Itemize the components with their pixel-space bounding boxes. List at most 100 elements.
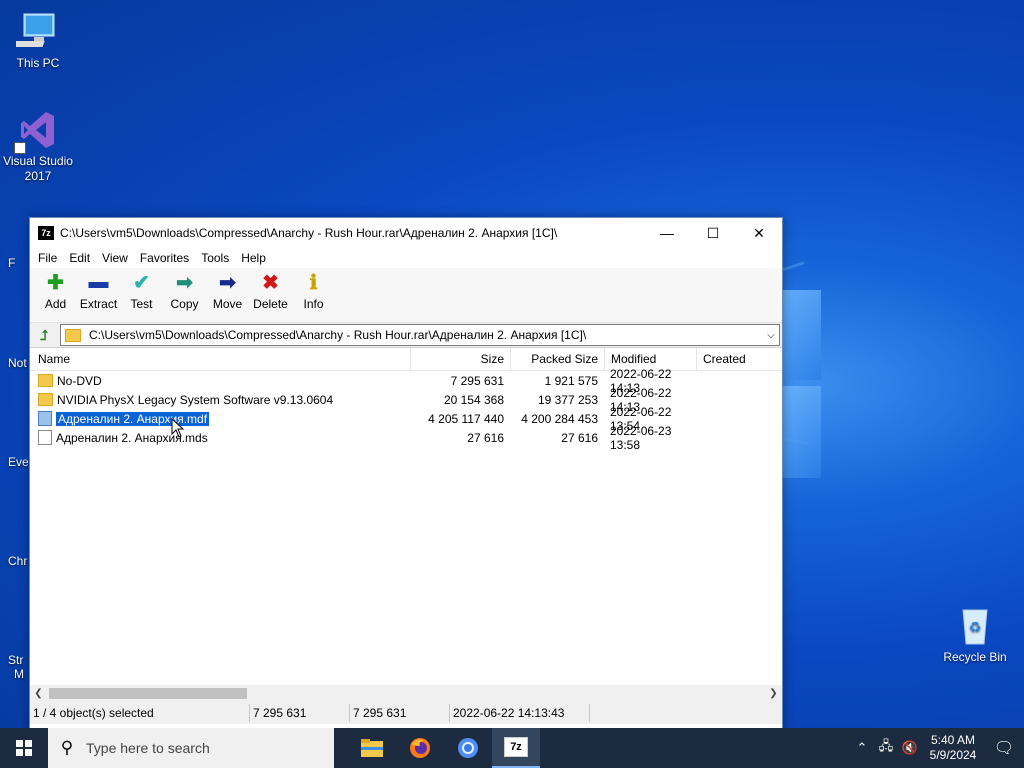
network-icon[interactable]: 🖧	[874, 737, 898, 759]
windows-logo-icon	[16, 740, 32, 756]
start-button[interactable]	[0, 728, 48, 768]
move-icon: ➡	[206, 270, 249, 294]
folder-icon	[38, 374, 53, 387]
mouse-cursor-icon	[171, 418, 185, 438]
wallpaper-logo-pane	[781, 386, 821, 478]
status-selection: 1 / 4 object(s) selected	[30, 704, 250, 722]
file-packed-size: 4 200 284 453	[521, 411, 598, 426]
desktop-icon-this-pc[interactable]: This PC	[0, 10, 76, 71]
copy-button[interactable]: ➡ Copy	[163, 270, 206, 312]
taskbar-chrome[interactable]	[444, 728, 492, 768]
file-packed-size: 1 921 575	[544, 373, 598, 388]
copy-icon: ➡	[163, 270, 206, 294]
status-packed: 7 295 631	[350, 704, 450, 722]
extract-icon: ▬	[77, 270, 120, 294]
tool-glyph: ➡	[219, 271, 236, 294]
file-size: 27 616	[467, 430, 504, 445]
desktop-icon-partial: Chr	[8, 554, 28, 568]
add-icon: ✚	[34, 270, 77, 294]
menu-tools[interactable]: Tools	[195, 251, 235, 265]
tool-glyph: ➡	[176, 271, 193, 294]
column-packed-size[interactable]: Packed Size	[510, 348, 604, 370]
svg-text:♻: ♻	[969, 620, 982, 636]
taskbar-firefox[interactable]	[396, 728, 444, 768]
info-button[interactable]: ℹ Info	[292, 270, 335, 312]
shortcut-arrow-icon	[14, 142, 26, 154]
move-button[interactable]: ➡ Move	[206, 270, 249, 312]
path-text: C:\Users\vm5\Downloads\Compressed\Anarch…	[89, 328, 587, 342]
file-modified: 2022-06-23 13:58	[610, 423, 672, 452]
up-folder-button[interactable]: ⮥	[32, 324, 56, 346]
scroll-thumb[interactable]	[49, 688, 247, 699]
delete-icon: ✖	[249, 270, 292, 294]
file-packed-size: 19 377 253	[537, 392, 598, 407]
chevron-down-icon[interactable]: ⌵	[763, 330, 779, 341]
scroll-right-icon[interactable]: ❯	[765, 688, 782, 699]
desktop-icon-label: Visual Studio 2017	[3, 154, 73, 183]
firefox-icon	[410, 738, 430, 758]
menu-bar: File Edit View Favorites Tools Help	[30, 248, 782, 268]
menu-favorites[interactable]: Favorites	[134, 251, 195, 265]
minimize-button[interactable]: —	[644, 218, 690, 248]
search-placeholder: Type here to search	[86, 740, 210, 756]
folder-icon	[361, 739, 383, 757]
desktop-icon-partial: M	[14, 667, 24, 681]
tool-glyph: ✚	[47, 271, 64, 294]
column-name[interactable]: Name	[30, 348, 410, 370]
maximize-button[interactable]: ☐	[690, 218, 736, 248]
wallpaper-logo-pane	[781, 290, 821, 380]
tool-label: Add	[44, 297, 67, 311]
menu-edit[interactable]: Edit	[63, 251, 96, 265]
system-tray: ⌃ 🖧 🔇 5:40 AM 5/9/2024 🗨	[850, 728, 1024, 768]
chrome-icon	[458, 738, 478, 758]
menu-file[interactable]: File	[32, 251, 63, 265]
address-bar: ⮥ C:\Users\vm5\Downloads\Compressed\Anar…	[30, 323, 782, 348]
file-icon	[38, 430, 52, 445]
desktop-icon-partial: F	[8, 256, 16, 270]
taskbar-file-explorer[interactable]	[348, 728, 396, 768]
tool-label: Copy	[170, 297, 199, 311]
taskbar-search[interactable]: ⚲ Type here to search	[48, 728, 334, 768]
status-size: 7 295 631	[250, 704, 350, 722]
column-created[interactable]: Created	[696, 348, 766, 370]
taskbar: ⚲ Type here to search 7z ⌃ 🖧 🔇 5:40 AM 5…	[0, 728, 1024, 768]
scroll-left-icon[interactable]: ❮	[30, 688, 47, 699]
clock[interactable]: 5:40 AM 5/9/2024	[922, 733, 984, 763]
horizontal-scrollbar[interactable]: ❮ ❯	[30, 685, 782, 702]
tool-label: Info	[303, 297, 324, 311]
chevron-up-icon[interactable]: ⌃	[850, 740, 874, 756]
close-button[interactable]: ✕	[736, 218, 782, 248]
title-bar[interactable]: 7z C:\Users\vm5\Downloads\Compressed\Ana…	[30, 218, 782, 248]
desktop-icon-recycle-bin[interactable]: ♻ Recycle Bin	[937, 604, 1013, 665]
desktop-icon-partial: Eve	[8, 455, 29, 469]
file-name: Адреналин 2. Анархия.mdf	[56, 411, 210, 426]
file-size: 20 154 368	[443, 392, 504, 407]
notification-icon[interactable]: 🗨	[984, 738, 1024, 758]
info-icon: ℹ	[292, 270, 335, 294]
delete-button[interactable]: ✖ Delete	[249, 270, 292, 312]
desktop-icon-label: Recycle Bin	[943, 650, 1007, 664]
visual-studio-icon	[14, 108, 60, 154]
computer-icon	[8, 10, 60, 54]
menu-view[interactable]: View	[96, 251, 134, 265]
file-packed-size: 27 616	[561, 430, 598, 445]
search-icon: ⚲	[60, 738, 74, 757]
column-size[interactable]: Size	[410, 348, 510, 370]
desktop-icon-visual-studio[interactable]: Visual Studio 2017	[0, 108, 76, 184]
taskbar-7zip[interactable]: 7z	[492, 728, 540, 768]
up-arrow-icon: ⮥	[39, 326, 49, 343]
desktop-icon-partial: Not	[8, 356, 27, 370]
volume-muted-icon[interactable]: 🔇	[898, 740, 922, 756]
status-modified: 2022-06-22 14:13:43	[450, 704, 590, 722]
tool-label: Delete	[253, 297, 288, 311]
list-item[interactable]: Адреналин 2. Анархия.mds 27 616 27 616 2…	[30, 424, 782, 452]
scroll-track[interactable]	[47, 686, 765, 701]
test-button[interactable]: ✔ Test	[120, 270, 163, 312]
tool-glyph: ▬	[88, 270, 109, 293]
path-field[interactable]: C:\Users\vm5\Downloads\Compressed\Anarch…	[60, 324, 780, 346]
extract-button[interactable]: ▬ Extract	[77, 270, 120, 312]
menu-help[interactable]: Help	[235, 251, 272, 265]
desktop-icon-partial: Str	[8, 653, 24, 667]
test-icon: ✔	[120, 270, 163, 294]
add-button[interactable]: ✚ Add	[34, 270, 77, 312]
